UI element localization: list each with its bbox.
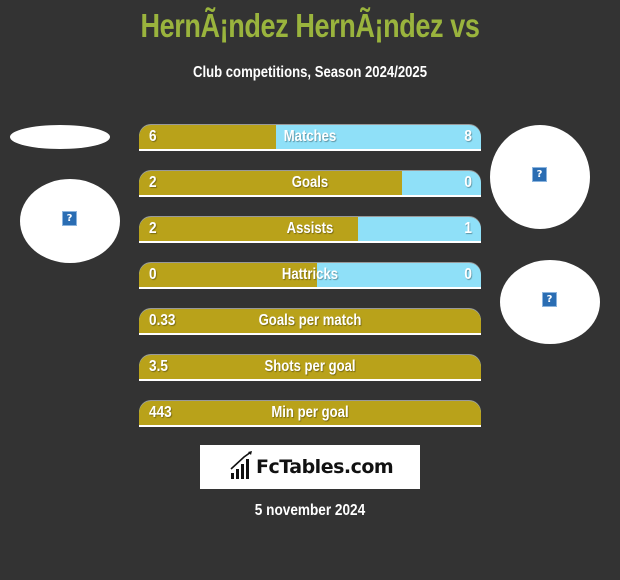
stat-label: Assists: [286, 220, 334, 237]
stat-bar-matches: 6 Matches 8: [139, 125, 481, 151]
left-value: 3.5: [149, 358, 168, 375]
stat-label: Min per goal: [271, 404, 349, 421]
stat-label: Goals per match: [258, 312, 362, 329]
missing-image-icon: ?: [62, 211, 77, 226]
date-label: 5 november 2024: [254, 502, 366, 519]
page-title: HernÃ¡ndez HernÃ¡ndez vs: [140, 7, 480, 44]
missing-image-icon: ?: [532, 167, 547, 182]
stat-bar-goals-per-match: 0.33 Goals per match: [139, 309, 481, 335]
stat-bar-min-per-goal: 443 Min per goal: [139, 401, 481, 427]
right-value: 0: [464, 266, 472, 283]
stat-bar-assists: 2 Assists 1: [139, 217, 481, 243]
stat-label: Hattricks: [281, 266, 339, 283]
right-player-photo: ?: [490, 125, 590, 229]
right-value: 1: [464, 220, 472, 237]
bar-chart-icon: [230, 451, 252, 479]
fctables-logo[interactable]: FcTables.com: [200, 445, 420, 489]
left-value: 6: [149, 128, 157, 145]
left-value: 443: [149, 404, 172, 421]
right-value: 0: [464, 174, 472, 191]
right-team-logo: ?: [500, 260, 600, 344]
stat-label: Goals: [291, 174, 329, 191]
stat-label: Matches: [283, 128, 337, 145]
stat-label: Shots per goal: [264, 358, 356, 375]
right-value: 8: [464, 128, 472, 145]
left-team-logo: [10, 125, 110, 149]
competition-subtitle: Club competitions, Season 2024/2025: [192, 64, 428, 81]
stat-bar-hattricks: 0 Hattricks 0: [139, 263, 481, 289]
left-value: 2: [149, 220, 157, 237]
left-value: 2: [149, 174, 157, 191]
logo-text: FcTables.com: [256, 456, 394, 478]
stat-bar-shots-per-goal: 3.5 Shots per goal: [139, 355, 481, 381]
left-value: 0: [149, 266, 157, 283]
missing-image-icon: ?: [542, 292, 557, 307]
left-player-photo: ?: [20, 179, 120, 263]
stat-bar-goals: 2 Goals 0: [139, 171, 481, 197]
